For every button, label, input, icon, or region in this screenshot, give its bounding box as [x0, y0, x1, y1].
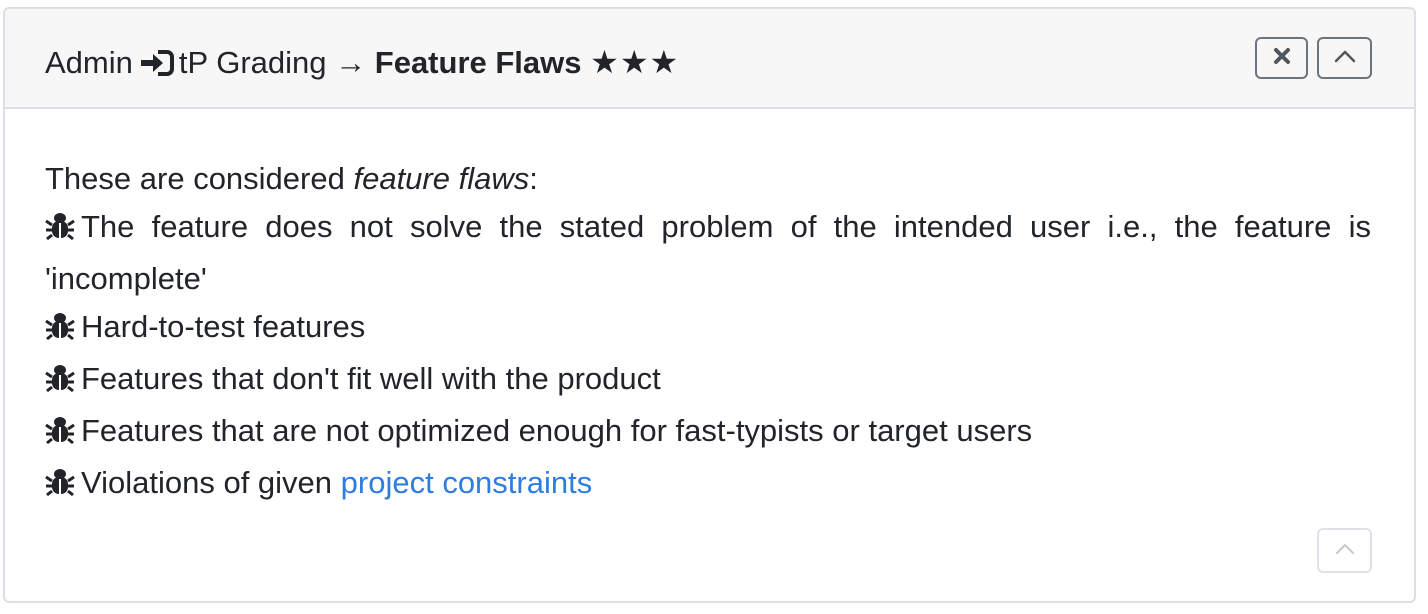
chevron-up-icon: [1334, 49, 1356, 68]
breadcrumb-tp-grading: tP Grading: [178, 45, 327, 80]
list-item-continuation: 'incomplete': [45, 261, 207, 296]
list-item: Features that are not optimized enough f…: [45, 407, 1371, 459]
breadcrumb-admin: Admin: [45, 45, 133, 80]
close-button[interactable]: [1255, 37, 1308, 79]
intro-emphasis: feature flaws: [353, 161, 530, 196]
breadcrumb: Admin tP Grading → Feature Flaws ★★★: [45, 41, 679, 88]
card-body: These are considered feature flaws: The …: [45, 155, 1371, 511]
page-title: Feature Flaws: [374, 45, 582, 80]
feature-flaws-card: Admin tP Grading → Feature Flaws ★★★ Thes…: [3, 7, 1416, 603]
bug-icon: [45, 307, 75, 355]
close-icon: [1273, 47, 1291, 70]
sign-in-icon: [139, 46, 175, 88]
card-header: Admin tP Grading → Feature Flaws ★★★: [5, 9, 1414, 109]
intro-text: These are considered feature flaws:: [45, 161, 538, 196]
list-item: Hard-to-test features: [45, 303, 1371, 355]
breadcrumb-arrow: →: [335, 45, 367, 80]
chevron-up-icon: [1335, 542, 1355, 560]
bug-icon: [45, 411, 75, 459]
list-item: The feature does not solve the stated pr…: [45, 203, 1371, 255]
bug-icon: [45, 207, 75, 255]
list-item: Violations of given project constraints: [45, 459, 1371, 511]
project-constraints-link[interactable]: project constraints: [341, 465, 593, 500]
collapse-button[interactable]: [1317, 37, 1372, 79]
collapse-bottom-button[interactable]: [1317, 528, 1372, 573]
bug-icon: [45, 359, 75, 407]
list-item: Features that don't fit well with the pr…: [45, 355, 1371, 407]
difficulty-stars: ★★★: [590, 44, 680, 80]
bug-icon: [45, 463, 75, 511]
